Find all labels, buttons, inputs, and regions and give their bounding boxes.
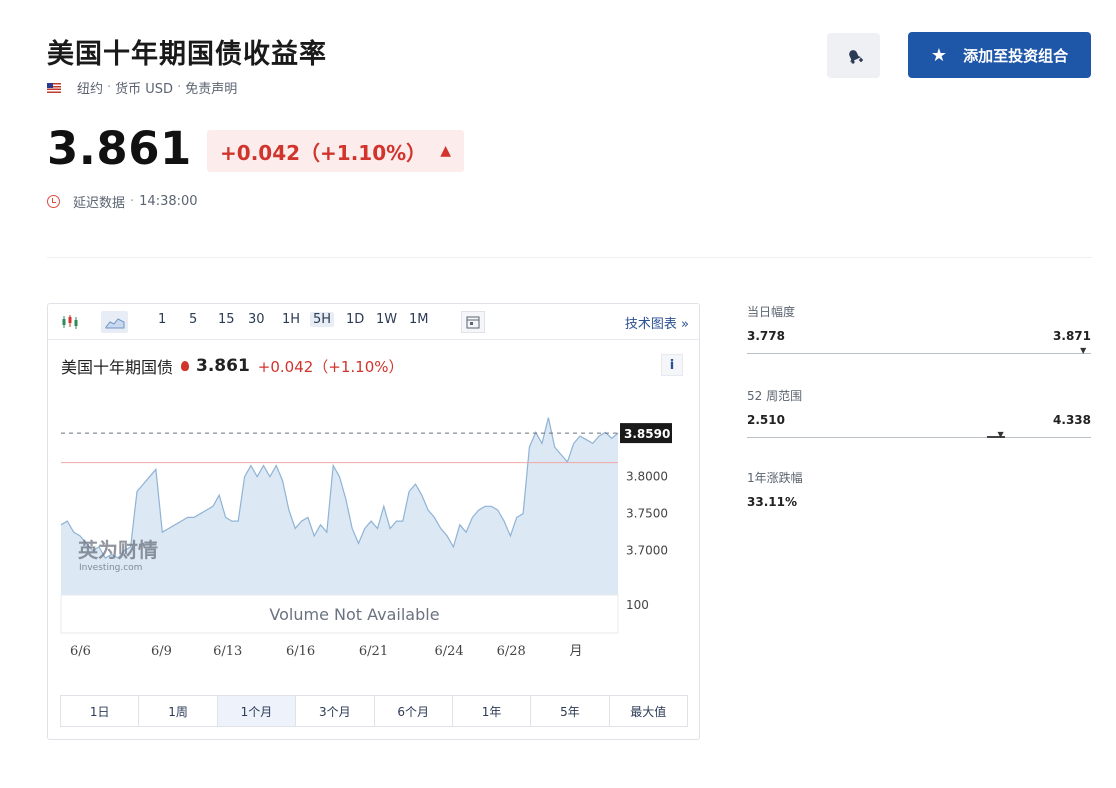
range-tab[interactable]: 6个月 [375,696,453,726]
us-flag-icon [47,82,61,93]
clock-icon [47,195,60,208]
year-change-value: 33.11% [747,495,797,509]
week52-range-high: 4.338 [1053,413,1091,427]
y-tick-label: 3.8000 [626,470,668,484]
data-delay-info: 延迟数据 · 14:38:00 [47,192,198,211]
range-tab[interactable]: 5年 [531,696,610,726]
watermark-logo: 英为财情 [78,538,158,562]
x-tick-label: 6/6 [70,644,91,659]
up-indicator-icon [181,361,190,371]
technical-chart-link[interactable]: 技术图表 » [625,313,689,332]
chart-instrument-name: 美国十年期国债 [61,358,174,377]
instrument-meta: 纽约 · 货币 USD · 免责声明 [47,78,237,97]
watermark-sub: Investing.com [79,563,142,573]
week52-range-marker-icon: ▼ [997,430,1004,439]
range-tab[interactable]: 1日 [61,696,140,726]
currency-label: 货币 USD [115,82,174,97]
price-change-badge: +0.042（+1.10%） ▲ [207,130,464,172]
area-chart-icon[interactable] [101,311,128,333]
week52-range-stat: 52 周范围 2.510 4.338 ▼ [747,387,1091,439]
interval-1d[interactable]: 1D [346,312,364,327]
x-tick-label: 6/24 [435,644,464,659]
week52-range-bar: ▼ [747,430,1091,439]
interval-30[interactable]: 30 [248,312,265,327]
quote-time: 14:38:00 [139,194,198,209]
chart-header: 美国十年期国债 3.861 +0.042（+1.10%） [61,354,404,378]
up-triangle-icon: ▲ [440,143,451,159]
bell-plus-icon [848,49,863,64]
day-range-marker-icon: ▼ [1080,346,1087,355]
interval-1w[interactable]: 1W [376,312,397,327]
week52-range-label: 52 周范围 [747,389,803,403]
x-tick-label: 6/28 [497,644,526,659]
chart-toolbar: 1 5 15 30 1H 5H 1D 1W 1M 技术图表 » [48,304,699,340]
x-tick-label: 6/21 [359,644,388,659]
day-range-label: 当日幅度 [747,305,796,319]
range-tab[interactable]: 1年 [453,696,532,726]
chart-change-value: +0.042（+1.10%） [257,357,404,376]
interval-5[interactable]: 5 [189,312,197,327]
chart-widget: 1 5 15 30 1H 5H 1D 1W 1M 技术图表 » 美国十年期国债 … [47,303,700,740]
calendar-icon[interactable] [461,311,485,333]
year-change-label: 1年涨跌幅 [747,471,803,485]
interval-1m[interactable]: 1M [409,312,429,327]
create-alert-button[interactable] [827,33,880,78]
y-tick-label: 3.7500 [626,507,668,521]
year-change-stat: 1年涨跌幅 33.11% [747,469,1091,509]
day-range-low: 3.778 [747,329,785,343]
x-tick-label: 月 [570,644,583,659]
interval-15[interactable]: 15 [218,312,235,327]
range-tab[interactable]: 3个月 [296,696,375,726]
price-change-value: +0.042（+1.10%） [220,140,427,165]
last-value-label: 3.8590 [624,427,670,441]
volume-tick-label: 100 [626,598,649,612]
location-label: 纽约 [77,82,104,97]
page-title: 美国十年期国债收益率 [47,39,327,70]
day-range-bar: ▼ [747,346,1091,355]
info-button[interactable]: i [661,354,683,376]
price-chart[interactable]: Volume Not Available 100 3.8000 3.7500 3.700… [48,388,699,683]
interval-1h[interactable]: 1H [282,312,300,327]
add-to-portfolio-label: 添加至投资组合 [963,46,1069,65]
range-tab[interactable]: 1周 [139,696,218,726]
volume-not-available-label: Volume Not Available [269,605,439,624]
range-tab-selected[interactable]: 1个月 [217,696,297,726]
disclaimer-link[interactable]: 免责声明 [185,78,237,97]
interval-5h[interactable]: 5H [310,312,335,327]
chart-current-value: 3.861 [196,356,250,376]
interval-1[interactable]: 1 [158,312,166,327]
week52-range-low: 2.510 [747,413,785,427]
x-tick-label: 6/9 [151,644,172,659]
range-tab[interactable]: 最大值 [610,696,687,726]
section-divider [47,257,1092,258]
day-range-high: 3.871 [1053,329,1091,343]
range-selector: 1日 1周 1个月 3个月 6个月 1年 5年 最大值 [60,695,688,727]
last-price: 3.861 [47,122,192,175]
candlestick-chart-icon[interactable] [58,311,82,333]
star-icon: ★ [930,44,948,66]
x-tick-label: 6/16 [286,644,315,659]
delay-label: 延迟数据 [73,196,126,211]
price-area [61,417,618,595]
add-to-portfolio-button[interactable]: ★ 添加至投资组合 [908,32,1091,78]
y-tick-label: 3.7000 [626,544,668,558]
x-tick-label: 6/13 [213,644,242,659]
day-range-stat: 当日幅度 3.778 3.871 ▼ [747,303,1091,355]
